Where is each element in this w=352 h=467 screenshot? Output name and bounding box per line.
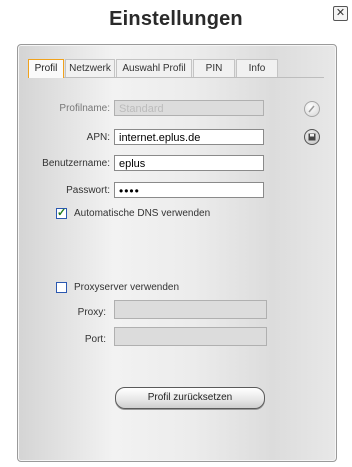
apn-field[interactable]: internet.eplus.de <box>114 129 264 145</box>
proxy-checkbox[interactable] <box>56 282 67 293</box>
tab-profil[interactable]: Profil <box>28 59 64 78</box>
proxy-checkbox-label: Proxyserver verwenden <box>74 282 180 293</box>
port-label: Port: <box>84 334 106 345</box>
checkmark-icon: ✓ <box>57 207 67 219</box>
profilname-field: Standard <box>114 100 264 116</box>
passwort-label: Passwort: <box>66 185 110 196</box>
tab-auswahl-profil[interactable]: Auswahl Profil <box>116 59 192 77</box>
dns-checkbox[interactable]: ✓ <box>56 207 67 219</box>
close-icon[interactable]: ✕ <box>333 6 348 21</box>
apn-label: APN: <box>86 132 110 143</box>
proxy-label: Proxy: <box>77 307 106 318</box>
passwort-field[interactable]: •••• <box>114 182 264 198</box>
save-icon[interactable] <box>304 129 320 145</box>
tab-pin[interactable]: PIN <box>193 59 235 77</box>
tab-bar: Profil Netzwerk Auswahl Profil PIN Info <box>28 59 324 78</box>
dns-checkbox-label: Automatische DNS verwenden <box>74 208 211 219</box>
proxy-field <box>114 300 267 319</box>
edit-icon[interactable] <box>304 101 320 117</box>
profil-zuruecksetzen-button[interactable]: Profil zurücksetzen <box>115 387 265 409</box>
window-title: Einstellungen <box>109 8 243 30</box>
tab-info[interactable]: Info <box>236 59 278 77</box>
profilname-label: Profilname: <box>59 103 110 114</box>
benutzername-label: Benutzername: <box>42 158 110 169</box>
port-field <box>114 327 267 346</box>
settings-panel: Profil Netzwerk Auswahl Profil PIN Info … <box>17 44 337 462</box>
tab-netzwerk[interactable]: Netzwerk <box>65 59 115 77</box>
benutzername-field[interactable]: eplus <box>114 155 264 171</box>
